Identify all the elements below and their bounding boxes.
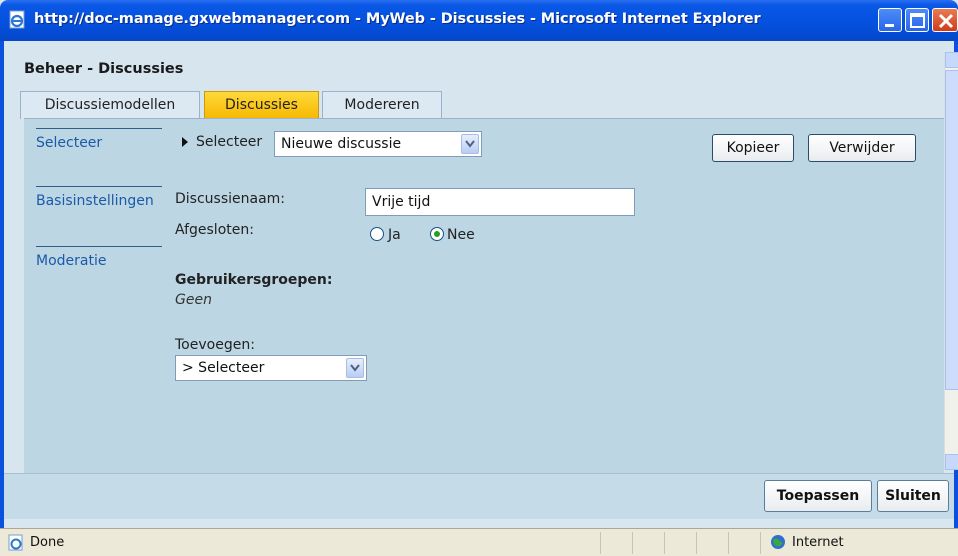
dropdown-arrow-icon	[461, 134, 479, 154]
globe-icon	[771, 535, 785, 549]
page-title: Beheer - Discussies	[24, 61, 184, 77]
add-group-select[interactable]: > Selecteer	[175, 355, 367, 381]
status-text: Done	[30, 535, 65, 550]
radio-ja-label: Ja	[388, 227, 401, 243]
maximize-button[interactable]	[905, 8, 929, 32]
ie-page-icon	[9, 10, 25, 29]
sidenav-item-basisinstellingen[interactable]: Basisinstellingen	[36, 186, 162, 209]
triangle-right-icon	[182, 137, 188, 147]
window-close-button[interactable]	[932, 8, 958, 32]
radio-ja[interactable]	[370, 227, 384, 241]
status-divider	[728, 532, 729, 554]
sidenav-item-selecteer[interactable]: Selecteer	[36, 128, 162, 151]
apply-button[interactable]: Toepassen	[764, 480, 872, 512]
radio-nee[interactable]	[430, 227, 444, 241]
tab-modereren[interactable]: Modereren	[322, 91, 442, 119]
delete-button[interactable]: Verwijder	[808, 134, 916, 162]
select-label: Selecteer	[196, 134, 263, 150]
close-button[interactable]: Sluiten	[877, 480, 949, 512]
add-group-select-value: > Selecteer	[182, 360, 265, 376]
status-divider	[760, 532, 761, 554]
scroll-down-icon[interactable]	[945, 454, 958, 470]
closed-label: Afgesloten:	[175, 222, 254, 238]
zone-text: Internet	[792, 535, 844, 550]
tab-discussies[interactable]: Discussies	[204, 91, 319, 119]
minimize-icon	[885, 24, 894, 27]
window-titlebar: http://doc-manage.gxwebmanager.com - MyW…	[0, 0, 958, 41]
name-label: Discussienaam:	[175, 191, 286, 207]
discussion-name-input[interactable]: Vrije tijd	[365, 188, 635, 216]
copy-button[interactable]: Kopieer	[712, 134, 794, 162]
vertical-scrollbar[interactable]	[944, 52, 958, 470]
user-groups-heading: Gebruikersgroepen:	[175, 272, 333, 288]
maximize-icon	[910, 13, 925, 28]
status-divider	[664, 532, 665, 554]
window-title: http://doc-manage.gxwebmanager.com - MyW…	[34, 11, 761, 27]
status-bar: Done Internet	[0, 528, 958, 556]
discussion-select-value: Nieuwe discussie	[281, 136, 402, 152]
status-divider	[696, 532, 697, 554]
tab-panel	[24, 118, 944, 473]
ie-page-icon	[8, 534, 23, 551]
scroll-thumb[interactable]	[945, 70, 958, 390]
tab-discussiemodellen[interactable]: Discussiemodellen	[20, 91, 200, 119]
minimize-button[interactable]	[878, 8, 902, 32]
close-icon	[938, 13, 954, 29]
scroll-up-icon[interactable]	[945, 52, 958, 68]
add-label: Toevoegen:	[175, 337, 255, 353]
sidenav-item-moderatie[interactable]: Moderatie	[36, 246, 162, 269]
user-groups-value: Geen	[175, 292, 212, 308]
discussion-select[interactable]: Nieuwe discussie	[274, 131, 482, 157]
radio-nee-label: Nee	[447, 227, 475, 243]
status-divider	[632, 532, 633, 554]
window-frame-left	[0, 41, 4, 536]
dropdown-arrow-icon	[346, 358, 364, 378]
status-divider	[600, 532, 601, 554]
